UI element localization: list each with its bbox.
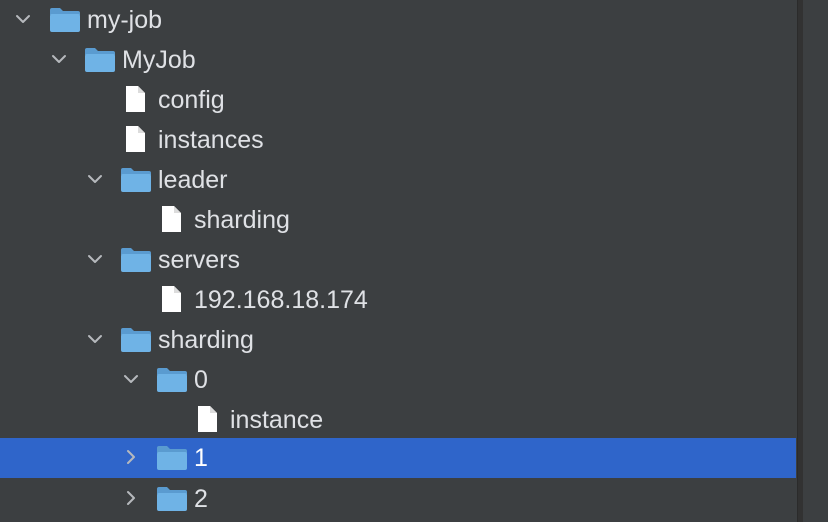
tree-row-instances[interactable]: instances [0,120,796,160]
tree-row-label: 2 [194,485,208,513]
tree-row-config[interactable]: config [0,80,796,120]
tree-row-label: config [158,86,225,114]
tree-row-label: sharding [194,206,290,234]
tree-row-my-job[interactable]: my-job [0,0,796,40]
folder-icon [120,167,152,193]
tree-row-label: instance [230,406,324,434]
tree-row-leader-sharding[interactable]: sharding [0,200,796,240]
file-icon [122,126,148,153]
tree-row-shard-1[interactable]: 1 [0,438,796,478]
file-icon [194,406,220,433]
project-tree: my-job MyJob config instances leader sha… [0,0,796,522]
file-icon [158,286,184,313]
tree-row-myjob[interactable]: MyJob [0,40,796,80]
tree-row-leader[interactable]: leader [0,160,796,200]
chevron-down-icon[interactable] [13,9,33,29]
folder-icon [156,445,188,471]
folder-icon [84,47,116,73]
folder-icon [120,247,152,273]
tree-row-shard-2[interactable]: 2 [0,479,796,519]
file-icon [122,86,148,113]
tree-row-label: leader [158,166,228,194]
folder-icon [49,7,81,33]
tree-row-label: servers [158,246,240,274]
tree-row-label: my-job [87,6,163,34]
chevron-right-icon[interactable] [121,488,141,508]
tree-row-instance[interactable]: instance [0,400,796,440]
chevron-down-icon[interactable] [85,249,105,269]
tree-row-label: MyJob [122,46,196,74]
tree-row-label: 192.168.18.174 [194,286,368,314]
file-icon [158,206,184,233]
chevron-down-icon[interactable] [85,329,105,349]
tree-row-label: 0 [194,366,208,394]
chevron-down-icon[interactable] [121,369,141,389]
chevron-right-icon[interactable] [121,447,141,467]
tree-row-server-ip[interactable]: 192.168.18.174 [0,280,796,320]
folder-icon [120,327,152,353]
tree-row-shard-0[interactable]: 0 [0,360,796,400]
tree-row-label: sharding [158,326,254,354]
tree-row-servers[interactable]: servers [0,240,796,280]
tree-row-sharding[interactable]: sharding [0,320,796,360]
chevron-down-icon[interactable] [49,49,69,69]
folder-icon [156,486,188,512]
chevron-down-icon[interactable] [85,169,105,189]
folder-icon [156,367,188,393]
tree-row-label: instances [158,126,264,154]
tree-row-label: 1 [194,444,208,472]
adjacent-pane [803,0,828,522]
